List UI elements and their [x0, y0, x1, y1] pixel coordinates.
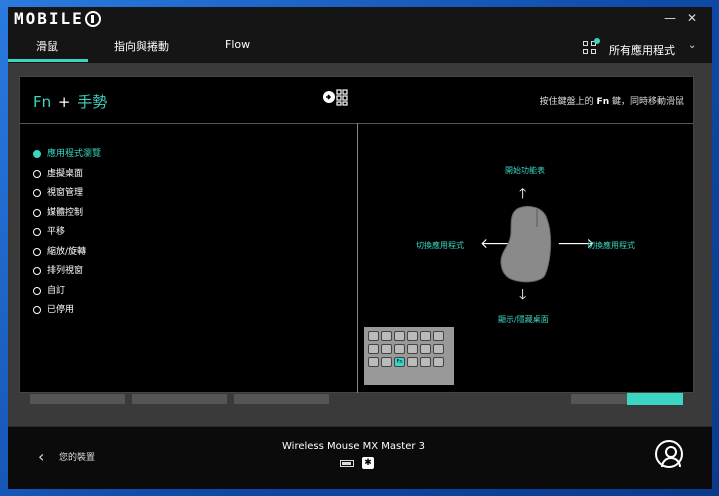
option-zoom-rotate[interactable]: 縮放/旋轉 — [33, 246, 101, 266]
active-tab-indicator — [8, 59, 88, 62]
option-label: 應用程式瀏覽 — [47, 149, 102, 159]
tab-mouse[interactable]: 滑鼠 — [36, 38, 58, 54]
radio-icon[interactable] — [33, 247, 41, 256]
radio-icon[interactable] — [33, 169, 41, 178]
background-button — [234, 394, 329, 404]
tab-point-and-scroll[interactable]: 指向與捲動 — [114, 38, 169, 54]
hint-prefix: 按住鍵盤上的 — [539, 97, 594, 107]
radio-icon[interactable] — [33, 267, 41, 275]
background-button — [132, 394, 227, 404]
close-button[interactable]: ✕ — [682, 11, 702, 25]
background-button — [571, 394, 627, 404]
gesture-left-label: 切換應用程式 — [416, 241, 464, 250]
modal-title: Fn + 手勢 — [33, 91, 107, 112]
title-plus: + — [57, 93, 71, 111]
option-label: 虛擬桌面 — [47, 168, 84, 179]
option-label: 自訂 — [47, 285, 66, 296]
option-label: 視窗管理 — [47, 188, 84, 198]
bluetooth-icon: ✱ — [362, 457, 374, 469]
option-custom[interactable]: 自訂 — [33, 285, 101, 305]
option-label: 媒體控制 — [47, 207, 84, 218]
radio-icon[interactable] — [33, 228, 41, 236]
option-window-management[interactable]: 視窗管理 — [33, 187, 101, 207]
title-action: 手勢 — [77, 93, 108, 111]
option-media-control[interactable]: 媒體控制 — [33, 207, 101, 227]
gesture-option-list: 應用程式瀏覽 虛擬桌面 視窗管理 媒體控制 平移 縮放/旋轉 排列視窗 自訂 已… — [33, 148, 101, 324]
gesture-up-label: 開始功能表 — [505, 166, 545, 175]
fn-key-highlight: Fn — [394, 357, 405, 367]
option-label: 平移 — [47, 227, 66, 237]
mouse-illustration — [500, 206, 552, 283]
modal-vertical-divider — [357, 123, 358, 393]
device-name: Wireless Mouse MX Master 3 — [282, 441, 425, 452]
radio-icon[interactable] — [33, 306, 41, 314]
option-label: 已停用 — [47, 305, 75, 315]
minimize-button[interactable]: — — [660, 11, 680, 25]
option-disabled[interactable]: 已停用 — [33, 304, 101, 324]
battery-icon — [340, 460, 354, 467]
hint-key: Fn — [596, 97, 610, 107]
gesture-button-icon — [323, 89, 348, 106]
footer-bar: ‹ 您的裝置 Wireless Mouse MX Master 3 ✱ — [8, 426, 712, 489]
gesture-down-label: 顯示/隱藏桌面 — [498, 315, 549, 324]
option-label: 排列視窗 — [47, 266, 84, 276]
gesture-settings-modal: Fn + 手勢 按住鍵盤上的 Fn 鍵，同時移動滑鼠 應用程式瀏覽 虛擬桌面 視… — [19, 76, 694, 393]
app-logo: MOBILE — [14, 10, 101, 28]
option-virtual-desktop[interactable]: 虛擬桌面 — [33, 168, 101, 188]
back-to-devices-link[interactable]: 您的裝置 — [59, 450, 95, 463]
keyboard-illustration: Fn — [364, 327, 454, 385]
title-bar: MOBILE — ✕ — [8, 7, 712, 31]
radio-icon[interactable] — [33, 286, 41, 295]
radio-icon[interactable] — [33, 208, 41, 217]
user-profile-icon[interactable] — [655, 440, 683, 468]
tab-flow[interactable]: Flow — [225, 38, 250, 51]
logi-options-window: MOBILE — ✕ 滑鼠 指向與捲動 Flow 所有應用程式 ⌄ Fn + 手… — [8, 7, 712, 489]
background-button — [30, 394, 125, 404]
arrow-up-icon: 🡑 — [519, 186, 527, 202]
option-pan[interactable]: 平移 — [33, 226, 101, 246]
option-app-browse[interactable]: 應用程式瀏覽 — [33, 148, 101, 168]
gesture-right-label: 切換應用程式 — [587, 241, 635, 250]
nav-tabs: 滑鼠 指向與捲動 Flow — [8, 31, 712, 63]
hint-suffix: 鍵，同時移動滑鼠 — [611, 97, 684, 107]
arrow-down-icon: 🡓 — [519, 287, 527, 303]
modal-hint: 按住鍵盤上的 Fn 鍵，同時移動滑鼠 — [540, 94, 684, 107]
radio-selected-icon[interactable] — [33, 150, 41, 158]
app-selector-label[interactable]: 所有應用程式 — [609, 42, 675, 58]
radio-icon[interactable] — [33, 189, 41, 197]
chevron-left-icon[interactable]: ‹ — [38, 447, 44, 466]
chevron-down-icon[interactable]: ⌄ — [688, 40, 696, 51]
option-arrange-windows[interactable]: 排列視窗 — [33, 265, 101, 285]
title-key: Fn — [33, 93, 52, 111]
notification-dot — [594, 38, 600, 44]
background-accent-button — [627, 393, 683, 405]
option-label: 縮放/旋轉 — [47, 246, 87, 257]
